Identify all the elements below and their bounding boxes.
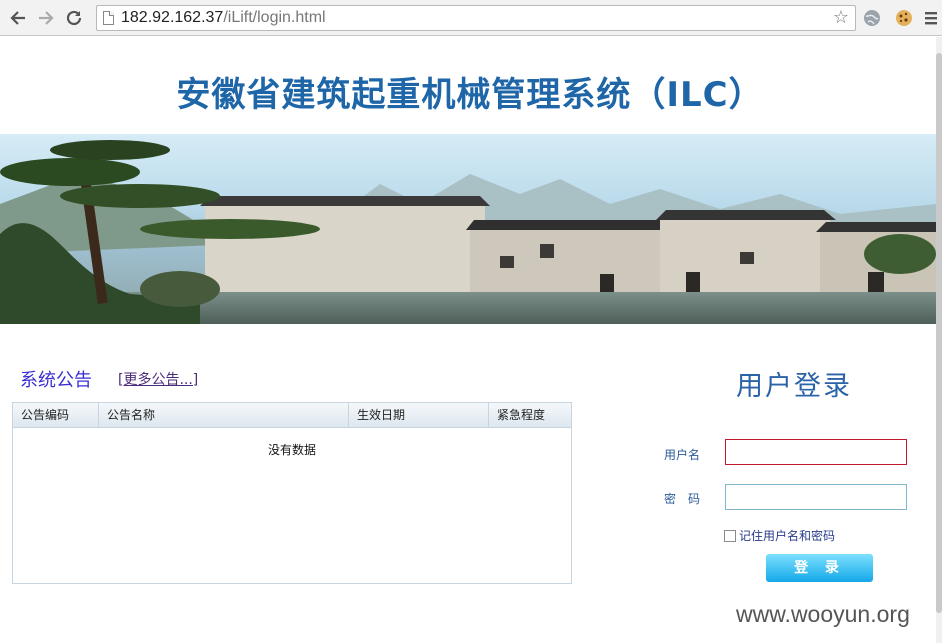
table-header: 公告编码 公告名称 生效日期 紧急程度 — [13, 403, 571, 428]
village-landscape-illustration — [0, 140, 936, 324]
column-header[interactable]: 紧急程度 — [489, 403, 571, 428]
back-arrow-icon — [10, 11, 25, 25]
forward-arrow-icon — [39, 11, 54, 25]
page-icon — [103, 11, 114, 25]
remember-me[interactable]: 记住用户名和密码 — [724, 527, 835, 544]
bookmark-star-icon[interactable]: ☆ — [833, 7, 849, 28]
globe-extension-icon[interactable] — [862, 8, 882, 28]
reload-icon — [66, 10, 82, 26]
column-header[interactable]: 公告名称 — [99, 403, 349, 428]
login-button[interactable]: 登 录 — [766, 554, 873, 582]
announcements-title: 系统公告 — [20, 370, 92, 391]
announcements-table: 公告编码 公告名称 生效日期 紧急程度 没有数据 — [12, 402, 572, 584]
url-host: 182.92.162.37 — [121, 9, 224, 26]
back-button[interactable] — [8, 8, 28, 28]
scrollbar-thumb[interactable] — [936, 53, 942, 613]
password-label: 密 码 — [664, 492, 701, 506]
url-text: 182.92.162.37/iLift/login.html — [121, 9, 326, 27]
more-announcements-link[interactable]: [更多公告...] — [118, 369, 198, 389]
banner-image — [0, 134, 936, 324]
username-field[interactable] — [725, 439, 907, 465]
remember-checkbox[interactable] — [724, 529, 736, 542]
watermark: www.wooyun.org — [736, 601, 910, 627]
column-header[interactable]: 公告编码 — [13, 403, 99, 428]
address-bar[interactable]: 182.92.162.37/iLift/login.html ☆ — [96, 5, 856, 31]
browser-toolbar: 182.92.162.37/iLift/login.html ☆ — [0, 0, 942, 36]
cookie-extension-icon[interactable] — [894, 8, 914, 28]
login-title: 用户登录 — [736, 371, 852, 402]
forward-button[interactable] — [36, 8, 56, 28]
menu-icon[interactable] — [924, 8, 942, 28]
column-header[interactable]: 生效日期 — [349, 403, 489, 428]
empty-table-message: 没有数据 — [267, 443, 316, 457]
reload-button[interactable] — [64, 8, 84, 28]
page-scrollbar[interactable] — [936, 37, 942, 643]
username-label: 用户名 — [664, 448, 701, 462]
page-title: 安徽省建筑起重机械管理系统（ILC） — [176, 75, 764, 115]
page-content: 安徽省建筑起重机械管理系统（ILC） 系统公告 [更多公告...] 公告编码 公… — [0, 37, 936, 643]
remember-label: 记住用户名和密码 — [739, 529, 836, 543]
url-path: /iLift/login.html — [223, 9, 326, 26]
password-field[interactable] — [725, 484, 907, 510]
